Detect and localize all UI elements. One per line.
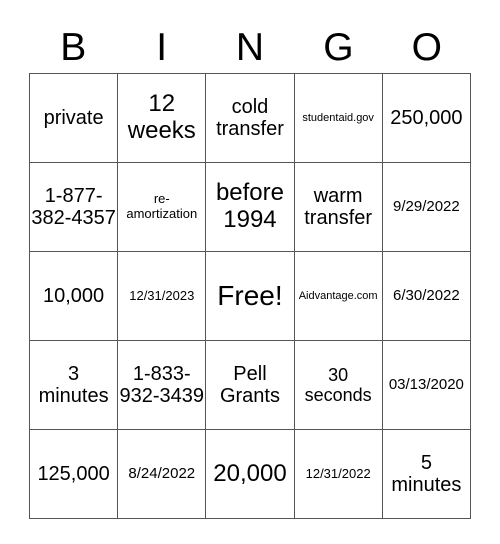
bingo-cell[interactable]: 8/24/2022 xyxy=(117,429,207,519)
header-letter-n: N xyxy=(235,26,265,69)
bingo-cell[interactable]: private xyxy=(28,73,119,163)
bingo-cell[interactable]: cold transfer xyxy=(205,73,295,163)
header-letter-b: B xyxy=(60,26,87,69)
bingo-row: 1-877-382-4357 re-amortization before 1994… xyxy=(28,162,472,252)
bingo-cell[interactable]: 03/13/2020 xyxy=(381,340,472,430)
bingo-cell[interactable]: 125,000 xyxy=(28,429,119,519)
bingo-cell[interactable]: 12/31/2022 xyxy=(293,429,383,519)
bingo-row: 125,000 8/24/2022 20,000 12/31/2022 5 minute… xyxy=(28,429,472,519)
bingo-row: private 12 weeks cold transfer studentaid.g… xyxy=(28,73,472,163)
bingo-row: 10,000 12/31/2023 Free! Aidvantage.com 6/30/… xyxy=(28,251,472,341)
bingo-header: B I N G O xyxy=(29,26,471,70)
bingo-cell[interactable]: studentaid.gov xyxy=(293,73,383,163)
bingo-cell[interactable]: warm transfer xyxy=(293,162,383,252)
header-letter-o: O xyxy=(411,26,442,69)
bingo-cell[interactable]: re-amortization xyxy=(117,162,207,252)
bingo-cell[interactable]: 10,000 xyxy=(28,251,119,341)
bingo-cell[interactable]: 12 weeks xyxy=(117,73,207,163)
bingo-cell[interactable]: 9/29/2022 xyxy=(381,162,472,252)
bingo-cell[interactable]: 3 minutes xyxy=(28,340,119,430)
bingo-cell[interactable]: 6/30/2022 xyxy=(381,251,472,341)
bingo-cell[interactable]: 1-877-382-4357 xyxy=(28,162,119,252)
bingo-cell[interactable]: Pell Grants xyxy=(205,340,295,430)
bingo-cell[interactable]: before 1994 xyxy=(205,162,295,252)
bingo-cell[interactable]: 5 minutes xyxy=(381,429,472,519)
bingo-cell[interactable]: 12/31/2023 xyxy=(117,251,207,341)
header-letter-i: I xyxy=(156,26,168,69)
bingo-cell[interactable]: 30 seconds xyxy=(293,340,383,430)
bingo-cell[interactable]: 1-833-932-3439 xyxy=(117,340,207,430)
bingo-cell[interactable]: Free! xyxy=(205,251,295,341)
bingo-row: 3 minutes 1-833-932-3439 Pell Grants 30 sec… xyxy=(28,340,472,430)
header-letter-g: G xyxy=(323,26,354,69)
bingo-cell[interactable]: 20,000 xyxy=(205,429,295,519)
bingo-grid: private 12 weeks cold transfer studentaid.g… xyxy=(28,73,472,519)
bingo-cell[interactable]: Aidvantage.com xyxy=(293,251,383,341)
bingo-cell[interactable]: 250,000 xyxy=(381,73,472,163)
